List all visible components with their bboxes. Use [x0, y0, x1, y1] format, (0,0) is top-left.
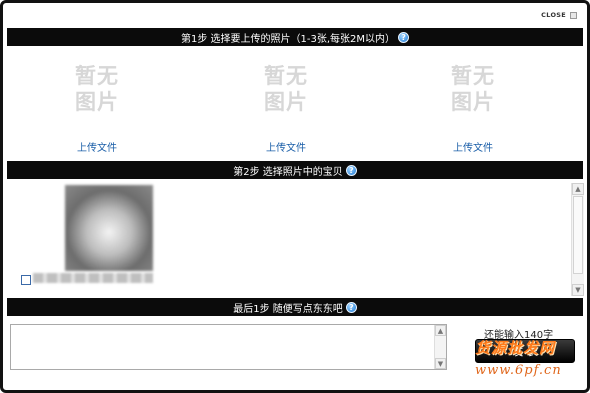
photo-slot-2: 暂无图片 上传文件 [226, 47, 346, 159]
step2-header: 第2步 选择照片中的宝贝 ? [7, 161, 583, 179]
no-image-placeholder: 暂无图片 [451, 64, 495, 114]
help-icon[interactable]: ? [398, 31, 410, 43]
close-button[interactable]: CLOSE [541, 11, 577, 19]
photo-slots: 暂无图片 上传文件 暂无图片 上传文件 暂无图片 上传文件 [7, 47, 583, 159]
comment-scrollbar[interactable]: ▲ ▼ [434, 325, 446, 369]
close-icon [570, 11, 577, 19]
step3-title: 最后1步 随便写点东东吧 [233, 303, 343, 315]
item-list-scrollbar[interactable]: ▲ ▼ [571, 183, 584, 296]
scroll-up-arrow-icon[interactable]: ▲ [435, 325, 446, 336]
item-label-blurred [33, 273, 153, 283]
step3-header: 最后1步 随便写点东东吧 ? [7, 298, 583, 316]
no-image-placeholder: 暂无图片 [264, 64, 308, 114]
close-label: CLOSE [541, 11, 566, 19]
scroll-down-arrow-icon[interactable]: ▼ [572, 284, 584, 296]
scroll-down-arrow-icon[interactable]: ▼ [435, 358, 446, 369]
help-icon[interactable]: ? [345, 301, 357, 313]
item-thumbnail[interactable] [65, 185, 153, 271]
no-image-placeholder: 暂无图片 [75, 64, 119, 114]
scrollbar-thumb[interactable] [573, 196, 583, 274]
comment-textarea[interactable] [10, 324, 447, 370]
scroll-up-arrow-icon[interactable]: ▲ [572, 183, 584, 195]
item-checkbox[interactable] [21, 275, 31, 285]
help-icon[interactable]: ? [345, 164, 357, 176]
photo-slot-1: 暂无图片 上传文件 [37, 47, 157, 159]
step1-title: 第1步 选择要上传的照片（1-3张,每张2M以内） [180, 33, 396, 45]
upload-file-link-2[interactable]: 上传文件 [226, 139, 346, 154]
upload-dialog: CLOSE 第1步 选择要上传的照片（1-3张,每张2M以内） ? 暂无图片 上… [0, 0, 590, 393]
upload-file-link-3[interactable]: 上传文件 [413, 139, 533, 154]
step1-header: 第1步 选择要上传的照片（1-3张,每张2M以内） ? [7, 28, 583, 46]
upload-file-link-1[interactable]: 上传文件 [37, 139, 157, 154]
watermark-url: www.6pf.cn [475, 363, 562, 378]
step2-title: 第2步 选择照片中的宝贝 [233, 166, 343, 178]
photo-slot-3: 暂无图片 上传文件 [413, 47, 533, 159]
submit-button[interactable]: 发 表 [475, 339, 575, 363]
